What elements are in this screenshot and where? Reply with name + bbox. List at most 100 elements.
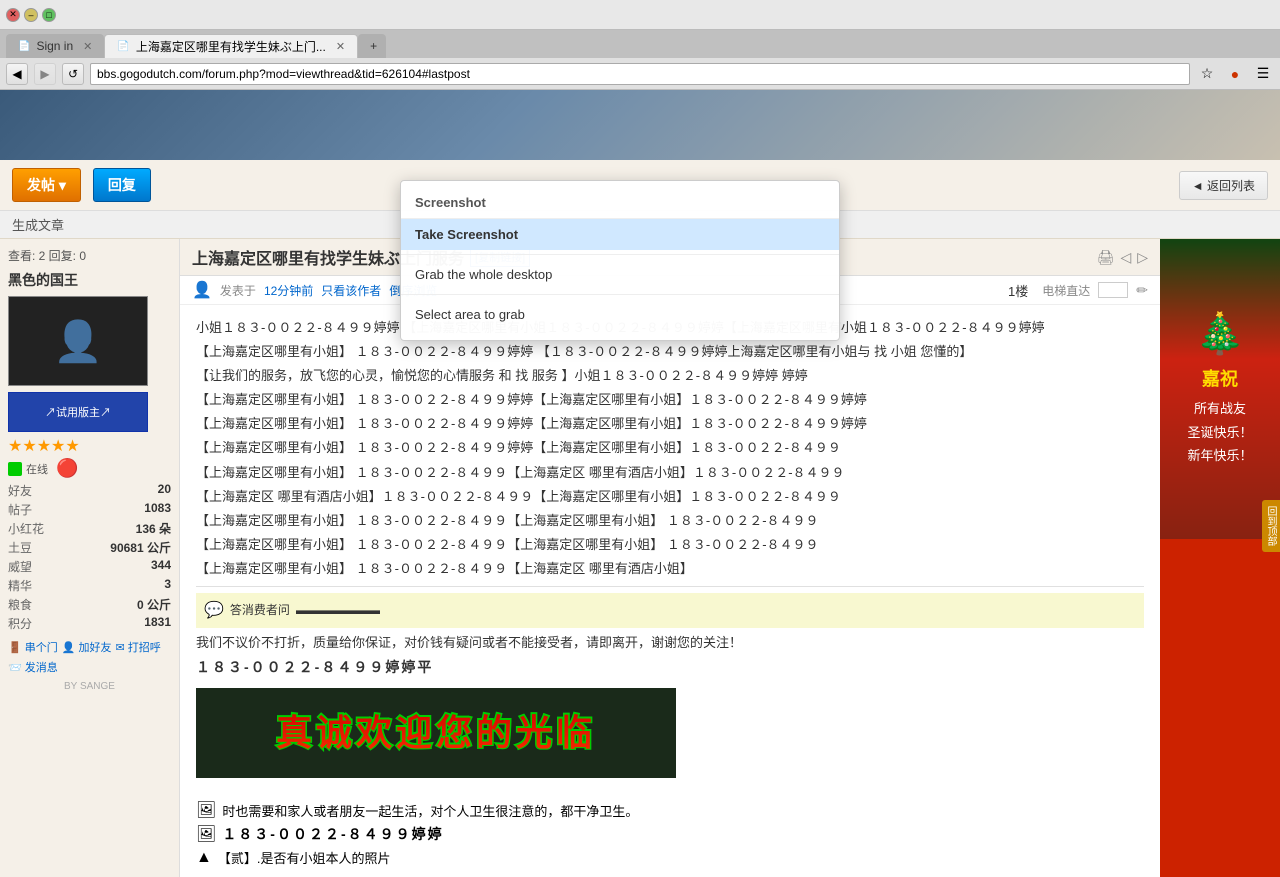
tab-signin[interactable]: 📄 Sign in ✕ <box>6 34 104 58</box>
content-line-3: 【上海嘉定区哪里有小姐】 １８３-００２２-８４９９婷婷【上海嘉定区哪里有小姐】… <box>196 389 1144 411</box>
post-body: 小姐１８３-００２２-８４９９婷婷 【上海嘉定区哪里有小姐１８３-００２２-８４… <box>180 305 1160 796</box>
browser-chrome: ✕ – □ 📄 Sign in ✕ 📄 上海嘉定区哪里有找学生妹ぶ上门... ✕… <box>0 0 1280 90</box>
content-line-5: 【上海嘉定区哪里有小姐】 １８３-００２２-８４９９婷婷【上海嘉定区哪里有小姐】… <box>196 437 1144 459</box>
close-button[interactable]: ✕ <box>6 8 20 22</box>
view-author-link[interactable]: 只看该作者 <box>321 282 381 299</box>
select-area-item[interactable]: Select area to grab <box>401 299 839 330</box>
action-greet[interactable]: ✉ 打招呼 <box>116 639 161 655</box>
url-input[interactable] <box>90 63 1190 85</box>
stat-row-friends: 好友 20 <box>8 481 171 500</box>
stat-label-potato: 土豆 <box>8 539 32 556</box>
banner-text-zh: 真诚欢迎您的光临 <box>276 703 596 764</box>
powered-by: BY SANGE <box>8 681 171 692</box>
post-footer: 🖼 时也需要和家人或者朋友一起生活，对个人卫生很注意的，都干净卫生。 🖼 １８３… <box>180 796 1160 877</box>
action-add-friend[interactable]: 👤 加好友 <box>62 639 112 655</box>
print-icon[interactable]: 🖨 <box>1097 249 1115 266</box>
consult-end: ▬▬▬▬▬▬▬ <box>296 600 380 620</box>
new-tab-button[interactable]: + <box>358 34 386 58</box>
screenshot-overlay: Screenshot Take Screenshot Grab the whol… <box>400 180 840 341</box>
alert-icon: 🔴 <box>56 458 78 479</box>
thread-icons: 🖨 ◁ ▷ <box>1097 249 1148 266</box>
online-label: 在线 <box>26 461 48 477</box>
overlay-divider2 <box>401 294 839 295</box>
stat-val-flower: 136 朵 <box>136 520 171 537</box>
xmas-line0: 所有战友 <box>1194 397 1246 420</box>
stat-label-prestige: 威望 <box>8 558 32 575</box>
footer-icon2: 🖼 <box>196 824 216 844</box>
content-line-6: 【上海嘉定区哪里有小姐】 １８３-００２２-８４９９【上海嘉定区 哪里有酒店小姐… <box>196 462 1144 484</box>
xmas-title: 嘉祝 <box>1202 365 1238 391</box>
notice-text: 我们不议价不打折，质量给你保证，对价钱有疑问或者不能接受者，请即离开，谢谢您的关… <box>196 632 1144 654</box>
stat-row-grain: 粮食 0 公斤 <box>8 595 171 614</box>
forward-button[interactable]: ▶ <box>34 63 56 85</box>
stat-val-posts: 1083 <box>144 501 171 518</box>
welcome-banner: 真诚欢迎您的光临 真诚欢迎您的光临 <box>196 688 676 778</box>
stat-row-posts: 帖子 1083 <box>8 500 171 519</box>
menu-icon[interactable]: ☰ <box>1252 63 1274 85</box>
thread-stats: 查看: 2 回复: 0 <box>8 247 171 264</box>
tab-forum-icon: 📄 <box>117 41 129 52</box>
xmas-tree-icon: 🎄 <box>1195 310 1245 357</box>
content-line-4: 【上海嘉定区哪里有小姐】 １８３-００２２-８４９９婷婷【上海嘉定区哪里有小姐】… <box>196 413 1144 435</box>
content-line-2: 【让我们的服务，放飞您的心灵，愉悦您的心情服务 和 找 服务 】小姐１８３-００… <box>196 365 1144 387</box>
bookmark-icon[interactable]: ☆ <box>1196 63 1218 85</box>
reply-button[interactable]: 回复 <box>93 168 151 202</box>
star-rating: ★★★★★ <box>8 436 171 456</box>
back-to-list-button[interactable]: ◄ 返回列表 <box>1179 171 1268 200</box>
window-controls: ✕ – □ <box>6 8 56 22</box>
user-actions: 🚪 串个门 👤 加好友 ✉ 打招呼 📨 发消息 <box>8 639 171 675</box>
stat-label-essence: 精华 <box>8 577 32 594</box>
take-screenshot-item[interactable]: Take Screenshot <box>401 219 839 250</box>
stat-val-score: 1831 <box>144 615 171 632</box>
stat-val-friends: 20 <box>158 482 171 499</box>
consult-bar: 💬 答消费者问 ▬▬▬▬▬▬▬ <box>196 593 1144 628</box>
last-label: 【贰】.是否有小姐本人的照片 <box>218 848 391 867</box>
meta-time[interactable]: 12分钟前 <box>264 282 313 299</box>
prev-icon[interactable]: ◁ <box>1120 249 1131 266</box>
elevator-input[interactable] <box>1098 282 1128 298</box>
tab-forum-label: 上海嘉定区哪里有找学生妹ぶ上门... <box>136 38 326 55</box>
next-icon[interactable]: ▷ <box>1137 249 1148 266</box>
content-line-1: 【上海嘉定区哪里有小姐】 １８３-００２２-８４９９婷婷 【１８３-００２２-８… <box>196 341 1144 363</box>
maximize-button[interactable]: □ <box>42 8 56 22</box>
elevator-go-icon[interactable]: ✏ <box>1136 282 1148 299</box>
consult-icon: 💬 <box>204 597 224 624</box>
tab-close-icon[interactable]: ✕ <box>83 40 92 53</box>
scroll-to-top[interactable]: 回到顶部 <box>1262 500 1280 552</box>
user-stats-list: 好友 20 帖子 1083 小红花 136 朵 土豆 90681 公斤 威望 <box>8 481 171 633</box>
consult-label: 答消费者问 <box>230 600 290 620</box>
tab-bar: 📄 Sign in ✕ 📄 上海嘉定区哪里有找学生妹ぶ上门... ✕ + <box>0 30 1280 58</box>
minimize-button[interactable]: – <box>24 8 38 22</box>
content-line-7: 【上海嘉定区 哪里有酒店小姐】１８３-００２２-８４９９【上海嘉定区哪里有小姐】… <box>196 486 1144 508</box>
stat-row-essence: 精华 3 <box>8 576 171 595</box>
level-badge: ↗试用版主↗ <box>8 392 148 432</box>
overlay-title: Screenshot <box>401 191 839 219</box>
action-visit[interactable]: 🚪 串个门 <box>8 639 58 655</box>
sidebar: 查看: 2 回复: 0 黑色的国王 👤 ↗试用版主↗ ★★★★★ 在线 🔴 好友… <box>0 239 180 877</box>
address-bar: ◀ ▶ ↺ ☆ ● ☰ <box>0 58 1280 90</box>
content-line-8: 【上海嘉定区哪里有小姐】 １８３-００２２-８４９９【上海嘉定区哪里有小姐】 １… <box>196 510 1144 532</box>
post-button[interactable]: 发帖 ▾ <box>12 168 81 202</box>
grab-desktop-item[interactable]: Grab the whole desktop <box>401 259 839 290</box>
action-message[interactable]: 📨 发消息 <box>8 659 58 675</box>
tab-forum[interactable]: 📄 上海嘉定区哪里有找学生妹ぶ上门... ✕ <box>104 34 358 58</box>
stat-label-posts: 帖子 <box>8 501 32 518</box>
back-button[interactable]: ◀ <box>6 63 28 85</box>
overlay-divider <box>401 254 839 255</box>
phone2: １８３-００２２-８４９９婷婷 <box>222 824 443 844</box>
avatar-small: 👤 <box>192 280 212 300</box>
user-avatar: 👤 <box>8 296 148 386</box>
chrome-icon[interactable]: ● <box>1224 63 1246 85</box>
stat-row-flower: 小红花 136 朵 <box>8 519 171 538</box>
stat-label-friends: 好友 <box>8 482 32 499</box>
content-line-10: 【上海嘉定区哪里有小姐】 １８３-００２２-８４９９【上海嘉定区 哪里有酒店小姐… <box>196 558 1144 580</box>
tab-forum-close-icon[interactable]: ✕ <box>336 40 345 53</box>
xmas-line1: 圣诞快乐！ <box>1187 421 1252 444</box>
refresh-button[interactable]: ↺ <box>62 63 84 85</box>
meta-posted: 发表于 <box>220 282 256 299</box>
stat-val-potato: 90681 公斤 <box>110 539 171 556</box>
stat-row-prestige: 威望 344 <box>8 557 171 576</box>
stat-row-potato: 土豆 90681 公斤 <box>8 538 171 557</box>
title-bar: ✕ – □ <box>0 0 1280 30</box>
up-arrow-icon: ▲ <box>196 849 212 867</box>
